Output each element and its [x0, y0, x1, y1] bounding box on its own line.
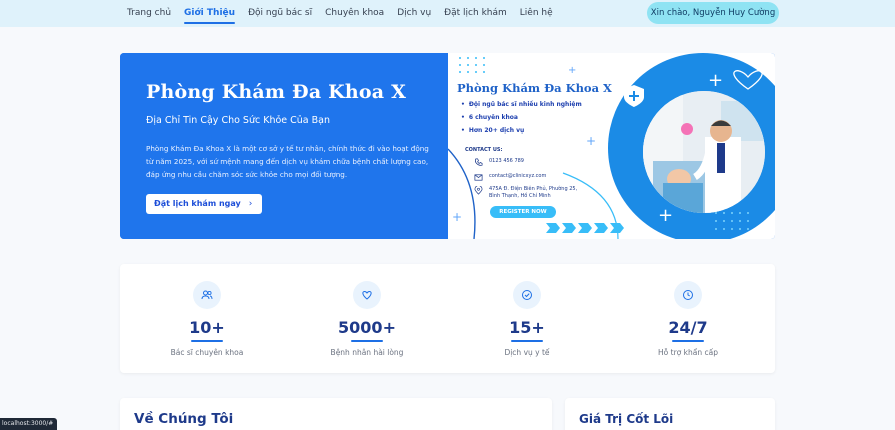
core-values-card: Giá Trị Cốt Lõi	[565, 398, 775, 430]
stat-label: Bác sĩ chuyên khoa	[170, 348, 244, 357]
nav-link-doctors[interactable]: Đội ngũ bác sĩ	[248, 0, 312, 27]
banner-bullet: Hơn 20+ dịch vụ	[461, 127, 582, 134]
banner-address-line1: 475A Đ. Điện Biên Phủ, Phường 25,	[489, 186, 578, 192]
stat-value: 15+	[509, 318, 545, 337]
check-circle-icon	[513, 281, 541, 309]
about-title: Về Chúng Tôi	[134, 411, 234, 427]
stat-label: Bệnh nhân hài lòng	[330, 348, 404, 357]
svg-text:+: +	[658, 205, 673, 226]
hero-title: Phòng Khám Đa Khoa X	[146, 81, 407, 103]
banner-bullets: Đội ngũ bác sĩ nhiều kinh nghiệm 6 chuyê…	[461, 101, 582, 140]
doctor-photo	[643, 91, 765, 213]
doctor-illustration	[643, 91, 765, 213]
about-card: Về Chúng Tôi	[120, 398, 552, 430]
stat-label: Dịch vụ y tế	[504, 348, 550, 357]
stat-support: 24/7 Hỗ trợ khẩn cấp	[608, 264, 768, 373]
banner-address-text: 475A Đ. Điện Biên Phủ, Phường 25, Bình T…	[489, 186, 577, 200]
register-now-badge: REGISTER NOW	[490, 206, 556, 218]
status-url-bar: localhost:3000/#	[0, 418, 58, 430]
stat-underline	[191, 340, 223, 342]
banner-title: Phòng Khám Đa Khoa X	[457, 81, 612, 95]
stats-card: 10+ Bác sĩ chuyên khoa 5000+ Bệnh nhân h…	[120, 264, 775, 373]
stat-doctors: 10+ Bác sĩ chuyên khoa	[127, 264, 287, 373]
nav-link-contact[interactable]: Liên hệ	[520, 0, 553, 27]
stat-value: 24/7	[668, 318, 708, 337]
users-icon	[193, 281, 221, 309]
banner-email-text: contact@clinicxyz.com	[489, 173, 547, 179]
top-navbar: Trang chủ Giới Thiệu Đội ngũ bác sĩ Chuy…	[0, 0, 895, 27]
mail-icon	[474, 174, 483, 181]
heart-icon	[353, 281, 381, 309]
nav-links: Trang chủ Giới Thiệu Đội ngũ bác sĩ Chuy…	[127, 0, 566, 27]
hero-subtitle: Địa Chỉ Tin Cậy Cho Sức Khỏe Của Bạn	[146, 115, 331, 126]
banner-phone: 0123 456 789	[474, 158, 524, 167]
svg-text:+: +	[630, 62, 640, 76]
stat-services: 15+ Dịch vụ y tế	[447, 264, 607, 373]
svg-text:+: +	[708, 70, 723, 91]
nav-link-home[interactable]: Trang chủ	[127, 0, 171, 27]
map-pin-icon	[474, 186, 483, 195]
phone-icon	[474, 158, 483, 166]
hero-text-panel: Phòng Khám Đa Khoa X Địa Chỉ Tin Cậy Cho…	[120, 53, 448, 239]
stat-underline	[672, 340, 704, 342]
banner-address-line2: Bình Thạnh, Hồ Chí Minh	[489, 193, 551, 199]
nav-link-booking[interactable]: Đặt lịch khám	[444, 0, 507, 27]
nav-link-specialties[interactable]: Chuyên khoa	[325, 0, 384, 27]
hero-description: Phòng Khám Đa Khoa X là một cơ sở y tế t…	[146, 144, 429, 179]
stat-label: Hỗ trợ khẩn cấp	[658, 348, 718, 357]
banner-phone-text: 0123 456 789	[489, 158, 524, 164]
hero-section: Phòng Khám Đa Khoa X Địa Chỉ Tin Cậy Cho…	[120, 53, 775, 239]
nav-link-about[interactable]: Giới Thiệu	[184, 0, 236, 27]
chevron-right-icon: ›	[248, 199, 253, 209]
banner-bullet: Đội ngũ bác sĩ nhiều kinh nghiệm	[461, 101, 582, 108]
banner-contact-label: CONTACT US:	[465, 147, 503, 153]
nav-link-services[interactable]: Dịch vụ	[397, 0, 431, 27]
user-greeting-button[interactable]: Xin chào, Nguyễn Huy Cường	[647, 2, 779, 24]
banner-bullet: 6 chuyên khoa	[461, 114, 582, 121]
banner-address: 475A Đ. Điện Biên Phủ, Phường 25, Bình T…	[474, 186, 577, 200]
book-appointment-label: Đặt lịch khám ngay	[154, 199, 241, 208]
book-appointment-button[interactable]: Đặt lịch khám ngay ›	[146, 194, 263, 214]
stat-patients: 5000+ Bệnh nhân hài lòng	[287, 264, 447, 373]
clock-icon	[674, 281, 702, 309]
stat-value: 10+	[189, 318, 225, 337]
stat-underline	[351, 340, 383, 342]
stat-underline	[511, 340, 543, 342]
hero-banner-image: + + + + + + +	[448, 53, 775, 239]
core-values-title: Giá Trị Cốt Lõi	[579, 412, 674, 426]
banner-email: contact@clinicxyz.com	[474, 173, 546, 182]
stat-value: 5000+	[338, 318, 396, 337]
